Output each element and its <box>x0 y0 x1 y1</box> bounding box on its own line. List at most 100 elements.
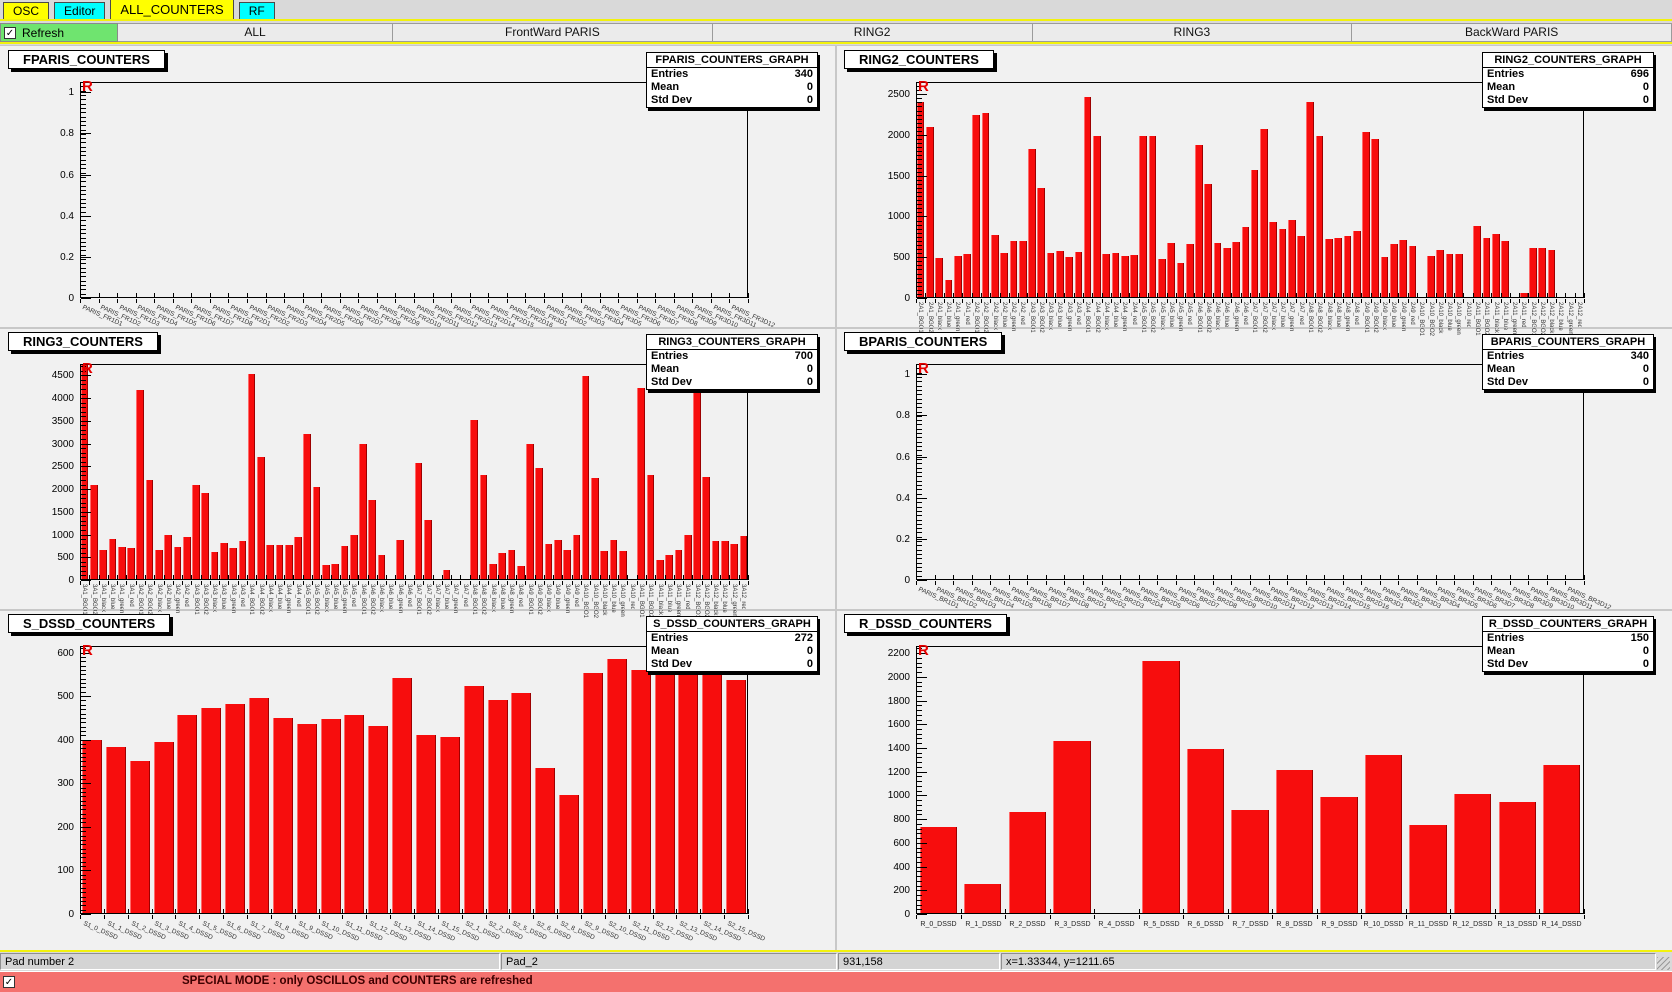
stats-title: S_DSSD_COUNTERS_GRAPH <box>647 617 817 632</box>
x-axis-tick <box>358 299 359 303</box>
y-axis-label: 1200 <box>866 767 910 778</box>
y-minor-tick <box>81 714 86 715</box>
x-axis-tick <box>525 581 526 585</box>
x-bin-tick <box>358 293 359 298</box>
x-axis-tick <box>627 581 628 585</box>
tab-all_counters[interactable]: ALL_COUNTERS <box>110 0 233 19</box>
refresh-checkbox[interactable]: ✓ <box>4 27 16 39</box>
x-bin-tick <box>433 293 434 298</box>
stats-row: Std Dev0 <box>1483 658 1653 671</box>
x-bin-tick <box>1129 293 1130 298</box>
x-bin-tick <box>295 909 296 914</box>
x-bin-tick <box>1027 575 1028 580</box>
pad-ring3_counters[interactable]: R0500100015002000250030003500400045003A1… <box>0 328 836 610</box>
stats-label: Mean <box>1487 363 1515 376</box>
y-minor-tick <box>81 879 86 880</box>
x-bin-tick <box>223 909 224 914</box>
y-axis-label: 0.6 <box>866 452 910 463</box>
stats-row: Mean0 <box>647 363 817 376</box>
tab-rf[interactable]: RF <box>239 2 275 19</box>
special-mode-checkbox[interactable]: ✓ <box>3 976 15 988</box>
toolbar-button-backward-paris[interactable]: BackWard PARIS <box>1352 23 1672 42</box>
x-axis-tick <box>154 581 155 585</box>
x-bin-tick <box>676 909 677 914</box>
x-axis-tick <box>340 299 341 303</box>
refresh-button[interactable]: ✓ Refresh <box>0 23 118 42</box>
tab-editor[interactable]: Editor <box>54 2 105 19</box>
y-axis-label: 1000 <box>30 530 74 541</box>
y-axis-label: 2000 <box>866 130 910 141</box>
tab-osc[interactable]: OSC <box>3 2 49 19</box>
x-bin-tick <box>1222 293 1223 298</box>
y-axis-label: 1 <box>866 369 910 380</box>
y-minor-tick <box>81 779 86 780</box>
x-bin-tick <box>126 575 127 580</box>
pad-bparis_counters[interactable]: R00.20.40.60.81PARIS_BR1D1PARIS_BR1D2PAR… <box>836 328 1672 610</box>
canvas[interactable]: R00.20.40.60.81PARIS_FR1D1PARIS_FR1D2PAR… <box>0 46 1672 950</box>
x-axis-tick <box>377 581 378 585</box>
special-mode-label: SPECIAL MODE : only OSCILLOS and COUNTER… <box>182 975 533 987</box>
x-category-label: 3A5_green <box>341 584 347 613</box>
y-minor-tick <box>81 897 86 898</box>
pad-r_dssd_counters[interactable]: R020040060080010001200140016001800200022… <box>836 610 1672 950</box>
toolbar-button-ring3[interactable]: RING3 <box>1033 23 1353 42</box>
y-minor-tick <box>81 670 86 671</box>
y-axis-label: 200 <box>866 885 910 896</box>
stats-value: 0 <box>807 658 813 671</box>
toolbar-button-ring2[interactable]: RING2 <box>713 23 1033 42</box>
status-pixel-coords: 931,158 <box>838 953 1000 970</box>
x-bin-tick <box>284 575 285 580</box>
y-minor-tick <box>917 208 922 209</box>
x-bin-tick <box>637 575 638 580</box>
x-bin-tick <box>925 293 926 298</box>
x-bin-tick <box>629 909 630 914</box>
x-axis-tick <box>1565 581 1566 585</box>
x-axis-tick <box>1575 299 1576 303</box>
y-minor-tick <box>917 437 922 438</box>
pad-ring2_counters[interactable]: R050010001500200025002A1_BGO12A1_BGO22A1… <box>836 46 1672 328</box>
y-minor-tick <box>917 412 922 413</box>
x-axis-tick <box>1231 299 1232 303</box>
x-axis-tick <box>293 581 294 585</box>
x-bin-tick <box>507 575 508 580</box>
x-bin-tick <box>1352 293 1353 298</box>
y-minor-tick <box>81 475 86 476</box>
y-minor-tick <box>917 192 922 193</box>
y-minor-tick <box>917 705 922 706</box>
pad-fparis_counters[interactable]: R00.20.40.60.81PARIS_FR1D1PARIS_FR1D2PAR… <box>0 46 836 328</box>
x-bin-tick <box>711 575 712 580</box>
y-minor-tick <box>81 250 86 251</box>
x-category-label: 2A8_black <box>1326 302 1332 330</box>
x-bin-tick <box>605 909 606 914</box>
toolbar-button-frontward-paris[interactable]: FrontWard PARIS <box>393 23 713 42</box>
x-bin-tick <box>1371 293 1372 298</box>
y-minor-tick <box>917 890 922 891</box>
x-bin-tick <box>462 909 463 914</box>
x-bin-tick <box>1510 575 1511 580</box>
x-axis-tick <box>1102 581 1103 585</box>
x-axis-tick <box>972 299 973 303</box>
x-category-label: 3A4_black <box>267 584 273 612</box>
y-minor-tick <box>81 853 86 854</box>
y-minor-tick <box>917 282 922 283</box>
y-axis-label: 800 <box>866 814 910 825</box>
y-minor-tick <box>917 257 922 258</box>
resize-grip-icon[interactable] <box>1657 957 1670 970</box>
x-axis-tick <box>1352 299 1353 303</box>
x-bin-tick <box>1575 293 1576 298</box>
stats-label: Std Dev <box>1487 658 1528 671</box>
x-axis-tick <box>80 915 81 919</box>
toolbar-button-all[interactable]: ALL <box>118 23 393 42</box>
x-bin-tick <box>247 909 248 914</box>
y-minor-tick <box>917 106 922 107</box>
x-bin-tick <box>562 575 563 580</box>
y-major-tick <box>81 257 91 258</box>
x-axis-tick <box>1120 299 1121 303</box>
x-axis-tick <box>916 915 917 919</box>
y-minor-tick <box>81 783 86 784</box>
y-minor-tick <box>917 127 922 128</box>
pad-s_dssd_counters[interactable]: R0100200300400500600S1_0_DSSDS1_1_DSSDS1… <box>0 610 836 950</box>
x-axis-tick <box>1231 581 1232 585</box>
stats-label: Entries <box>651 632 688 645</box>
y-minor-tick <box>917 502 922 503</box>
